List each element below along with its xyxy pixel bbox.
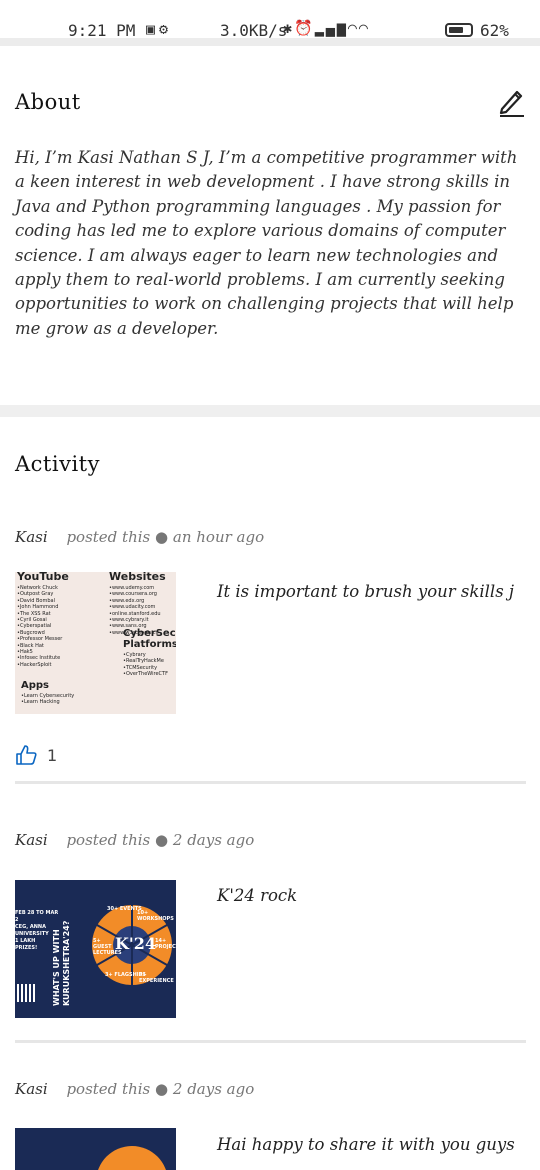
post-text[interactable]: It is important to brush your skills j: [217, 582, 514, 601]
post-time: 2 days ago: [172, 831, 255, 849]
post-divider: [15, 781, 526, 784]
websites-heading: Websites: [109, 572, 166, 583]
post-dot: ●: [155, 528, 169, 546]
edit-pencil-icon[interactable]: [498, 85, 526, 117]
about-body: Hi, I’m Kasi Nathan S J, I’m a competiti…: [15, 148, 518, 338]
post-header: Kasi posted this ● 2 days ago: [15, 831, 254, 849]
post-text[interactable]: K'24 rock: [217, 886, 297, 905]
post-image[interactable]: YouTube •Network Chuck •Outpost Gray •Davi…: [15, 572, 176, 714]
apps-heading: Apps: [21, 680, 50, 691]
qr-code: [17, 984, 35, 1002]
post-posted-label: posted this: [66, 831, 151, 849]
post-time: an hour ago: [172, 528, 265, 546]
youtube-heading: YouTube: [17, 572, 69, 583]
sim-icon: ▣: [146, 20, 160, 38]
stat-lectures: 5+ GUEST LECTURES: [93, 938, 122, 956]
websites-column: Websites •www.udemy.com •www.coursera.org…: [109, 572, 175, 636]
post-author[interactable]: Kasi: [15, 1080, 48, 1098]
post-header: Kasi posted this ● 2 days ago: [15, 1080, 254, 1098]
activity-title: Activity: [15, 452, 100, 476]
k24-wheel: [98, 1146, 166, 1170]
post-image[interactable]: FEB 28 TO MAR 2 CEG, ANNA UNIVERSITY 1 LAK…: [15, 880, 176, 1018]
section-divider: [0, 405, 540, 417]
gear-icon: ⚙: [159, 20, 173, 38]
platforms-list: •Cybrary •RealTryHackMe •TCMSecurity •OverT…: [123, 652, 176, 678]
apps-column: Apps •Learn Cybersecurity •Learn Hacking: [21, 680, 107, 706]
post-time: 2 days ago: [172, 1080, 255, 1098]
apps-list: •Learn Cybersecurity •Learn Hacking: [21, 693, 107, 706]
post-text[interactable]: Hai happy to share it with you guys: [217, 1135, 515, 1154]
signal-icon: ▂▄▆: [314, 19, 348, 37]
stat-projects: 14+ PROJECTS: [155, 938, 176, 950]
event-headline: WHAT'S UP WITH KURUKSHETRA'24?: [52, 920, 71, 1006]
about-title: About: [15, 90, 81, 114]
youtube-channel: •HackerSploit: [17, 661, 52, 668]
post-author[interactable]: Kasi: [15, 831, 48, 849]
post-divider: [15, 1040, 526, 1043]
battery-icon: [445, 23, 473, 37]
wifi-icon: ◠: [358, 19, 370, 37]
wifi-icon: ◠: [347, 19, 359, 37]
platforms-column: CyberSec Platforms •Cybrary •RealTryHackM…: [123, 628, 176, 678]
like-count: 1: [47, 746, 58, 765]
alarm-icon: ⏰: [294, 19, 315, 37]
youtube-column: YouTube •Network Chuck •Outpost Gray •Davi…: [17, 572, 99, 668]
status-bar: 9:21 PM ▣⚙ 3.0KB/s ✱⏰▂▄▆◠◠ 62%: [0, 0, 540, 46]
platforms-heading: CyberSec Platforms: [123, 628, 176, 650]
stat-experience: 5+ EXPERIENCE: [139, 972, 174, 984]
platform-item: •OverTheWireCTF: [123, 671, 168, 678]
post-posted-label: posted this: [66, 1080, 151, 1098]
bluetooth-icon: ✱: [283, 19, 295, 37]
stat-workshops: 10+ WORKSHOPS: [137, 910, 174, 922]
app-item: •Learn Hacking: [21, 699, 60, 706]
thumbs-up-icon[interactable]: [15, 744, 37, 766]
post-header: Kasi posted this ● an hour ago: [15, 528, 264, 546]
post-author[interactable]: Kasi: [15, 528, 48, 546]
post-dot: ●: [155, 831, 169, 849]
youtube-list: •Network Chuck •Outpost Gray •David Bombal…: [17, 585, 99, 668]
status-right-icons: ✱⏰▂▄▆◠◠: [283, 19, 370, 37]
post-image[interactable]: [15, 1128, 176, 1170]
post-dot: ●: [155, 1080, 169, 1098]
status-left-icons: ▣⚙: [146, 20, 172, 38]
post-posted-label: posted this: [66, 528, 151, 546]
